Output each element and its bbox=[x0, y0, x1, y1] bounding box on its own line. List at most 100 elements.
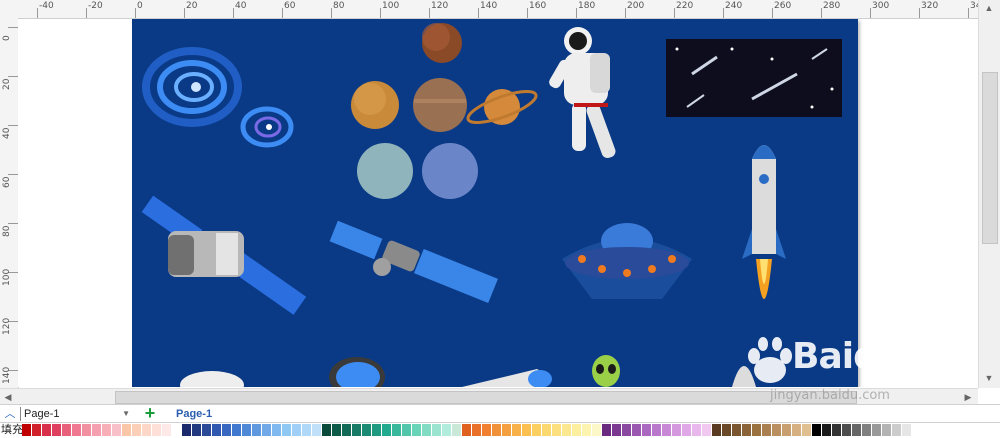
color-swatch[interactable] bbox=[862, 424, 871, 436]
color-swatch[interactable] bbox=[662, 424, 671, 436]
color-swatch[interactable] bbox=[132, 424, 141, 436]
galaxy-icon[interactable] bbox=[142, 47, 294, 148]
color-swatch[interactable] bbox=[562, 424, 571, 436]
color-swatch[interactable] bbox=[802, 424, 811, 436]
color-swatch[interactable] bbox=[522, 424, 531, 436]
color-swatch[interactable] bbox=[362, 424, 371, 436]
planet-venus-icon[interactable] bbox=[351, 81, 399, 129]
color-swatch[interactable] bbox=[332, 424, 341, 436]
color-swatch[interactable] bbox=[442, 424, 451, 436]
color-swatch[interactable] bbox=[542, 424, 551, 436]
color-swatch[interactable] bbox=[462, 424, 471, 436]
color-swatch[interactable] bbox=[572, 424, 581, 436]
color-swatch[interactable] bbox=[872, 424, 881, 436]
color-swatch[interactable] bbox=[272, 424, 281, 436]
color-swatch[interactable] bbox=[312, 424, 321, 436]
color-swatch[interactable] bbox=[292, 424, 301, 436]
color-swatch[interactable] bbox=[352, 424, 361, 436]
color-swatch[interactable] bbox=[72, 424, 81, 436]
color-swatch[interactable] bbox=[152, 424, 161, 436]
color-swatch[interactable] bbox=[422, 424, 431, 436]
chevron-up-icon[interactable]: ︿ bbox=[3, 407, 17, 421]
color-swatch[interactable] bbox=[672, 424, 681, 436]
color-swatch[interactable] bbox=[592, 424, 601, 436]
telescope-icon[interactable] bbox=[180, 357, 756, 387]
color-swatch[interactable] bbox=[832, 424, 841, 436]
color-swatch[interactable] bbox=[532, 424, 541, 436]
color-swatch[interactable] bbox=[692, 424, 701, 436]
color-swatch[interactable] bbox=[82, 424, 91, 436]
space-satellite-icon[interactable] bbox=[329, 220, 498, 304]
page-selector[interactable]: Page-1 ▼ bbox=[20, 407, 132, 421]
color-swatch[interactable] bbox=[262, 424, 271, 436]
color-swatch[interactable] bbox=[92, 424, 101, 436]
color-swatch[interactable] bbox=[42, 424, 51, 436]
color-swatch[interactable] bbox=[222, 424, 231, 436]
color-swatch[interactable] bbox=[712, 424, 721, 436]
chevron-down-icon[interactable]: ▼ bbox=[122, 407, 130, 421]
color-swatch[interactable] bbox=[302, 424, 311, 436]
color-swatch[interactable] bbox=[842, 424, 851, 436]
color-swatch[interactable] bbox=[212, 424, 221, 436]
color-swatch[interactable] bbox=[552, 424, 561, 436]
vertical-scroll-thumb[interactable] bbox=[982, 72, 998, 244]
color-swatch[interactable] bbox=[242, 424, 251, 436]
color-swatch[interactable] bbox=[62, 424, 71, 436]
color-swatch[interactable] bbox=[742, 424, 751, 436]
color-swatch[interactable] bbox=[192, 424, 201, 436]
color-swatch[interactable] bbox=[412, 424, 421, 436]
color-swatch[interactable] bbox=[582, 424, 591, 436]
color-swatch[interactable] bbox=[252, 424, 261, 436]
color-swatch[interactable] bbox=[882, 424, 891, 436]
ufo-icon[interactable] bbox=[562, 223, 692, 299]
horizontal-ruler[interactable]: -40 -20 0 20 40 60 80 100 120 140 160 180 200 220 240 2… bbox=[0, 0, 987, 19]
color-swatch[interactable] bbox=[782, 424, 791, 436]
alien-icon[interactable] bbox=[592, 355, 620, 387]
color-swatch[interactable] bbox=[852, 424, 861, 436]
color-swatch[interactable] bbox=[602, 424, 611, 436]
color-swatch[interactable] bbox=[892, 424, 901, 436]
vertical-scrollbar[interactable]: ▲ ▼ bbox=[978, 0, 1000, 388]
color-swatch[interactable] bbox=[182, 424, 191, 436]
planet-uranus-icon[interactable] bbox=[357, 143, 413, 199]
color-swatch[interactable] bbox=[402, 424, 411, 436]
scroll-up-icon[interactable]: ▲ bbox=[983, 2, 995, 14]
color-swatch[interactable] bbox=[32, 424, 41, 436]
color-swatch[interactable] bbox=[202, 424, 211, 436]
color-swatch[interactable] bbox=[372, 424, 381, 436]
color-swatch[interactable] bbox=[472, 424, 481, 436]
color-swatch[interactable] bbox=[632, 424, 641, 436]
color-swatch[interactable] bbox=[762, 424, 771, 436]
color-swatch[interactable] bbox=[52, 424, 61, 436]
scroll-left-icon[interactable]: ◀ bbox=[2, 391, 14, 403]
color-swatch[interactable] bbox=[722, 424, 731, 436]
color-swatch[interactable] bbox=[322, 424, 331, 436]
color-swatch[interactable] bbox=[232, 424, 241, 436]
color-swatch[interactable] bbox=[822, 424, 831, 436]
color-swatch[interactable] bbox=[732, 424, 741, 436]
planet-saturn-icon[interactable] bbox=[465, 85, 539, 128]
color-swatch[interactable] bbox=[282, 424, 291, 436]
planet-neptune-icon[interactable] bbox=[422, 143, 478, 199]
astronaut-icon[interactable] bbox=[547, 27, 617, 160]
scroll-down-icon[interactable]: ▼ bbox=[983, 372, 995, 384]
plus-icon[interactable]: + bbox=[142, 404, 158, 422]
color-swatch[interactable] bbox=[702, 424, 711, 436]
color-swatch[interactable] bbox=[392, 424, 401, 436]
color-swatch[interactable] bbox=[652, 424, 661, 436]
color-swatch[interactable] bbox=[682, 424, 691, 436]
color-swatch[interactable] bbox=[452, 424, 461, 436]
color-swatch[interactable] bbox=[162, 424, 171, 436]
color-swatch[interactable] bbox=[122, 424, 131, 436]
color-swatch[interactable] bbox=[142, 424, 151, 436]
rocket-icon[interactable] bbox=[742, 145, 786, 299]
meteor-shower-icon[interactable] bbox=[666, 39, 842, 117]
tab-page-1[interactable]: Page-1 bbox=[176, 407, 212, 421]
color-swatch[interactable] bbox=[812, 424, 821, 436]
color-swatch[interactable] bbox=[772, 424, 781, 436]
planet-mars-icon[interactable] bbox=[422, 23, 462, 63]
color-swatch[interactable] bbox=[22, 424, 31, 436]
color-swatch[interactable] bbox=[902, 424, 911, 436]
color-swatch[interactable] bbox=[492, 424, 501, 436]
color-swatch[interactable] bbox=[752, 424, 761, 436]
